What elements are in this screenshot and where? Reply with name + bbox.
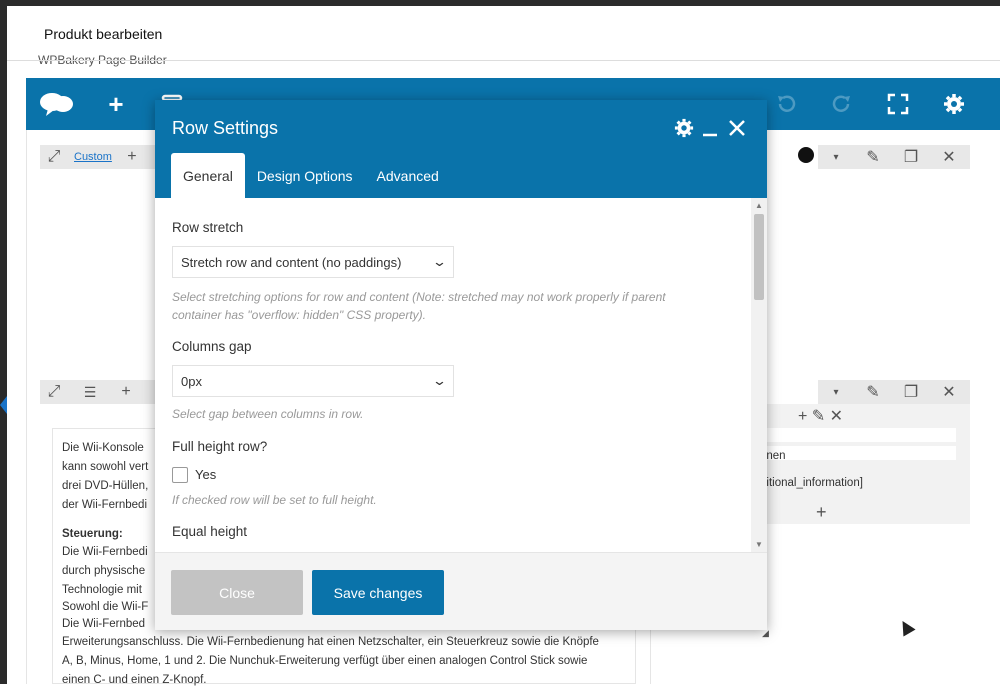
window-left-edge	[0, 0, 7, 684]
element-placeholder	[756, 446, 956, 460]
content-heading: Steuerung:	[62, 528, 123, 540]
chevron-down-icon: ⌄	[431, 254, 448, 269]
row-settings-modal: Row Settings General Design Options Adva…	[155, 100, 767, 630]
column-controls-icons[interactable]: + ✎ ✕	[798, 406, 843, 426]
close-icon[interactable]	[724, 114, 750, 142]
minimize-icon[interactable]	[697, 114, 723, 142]
content-line: kann sowohl vert	[62, 461, 149, 473]
row-stretch-value: Stretch row and content (no paddings)	[181, 254, 402, 270]
content-line: Die Wii-Fernbedi	[62, 546, 148, 558]
full-height-yes-label[interactable]: Yes	[195, 467, 216, 482]
modal-tabs: General Design Options Advanced	[171, 153, 451, 198]
row-toggle-icon[interactable]: ▾	[818, 145, 854, 169]
chevron-down-icon: ⌄	[431, 373, 448, 388]
collapse-arrow-icon[interactable]	[0, 396, 7, 414]
undo-icon[interactable]	[768, 78, 804, 130]
row2-controls-right: ▾ ✎ ❐ ✕	[818, 380, 970, 404]
scroll-down-icon[interactable]: ▼	[755, 540, 763, 549]
columns-gap-label: Columns gap	[172, 339, 252, 354]
columns-gap-value: 0px	[181, 373, 202, 389]
content-line: einen C- und einen Z-Knopf.	[62, 674, 207, 686]
modal-body: Row stretch Stretch row and content (no …	[155, 198, 751, 552]
tab-general[interactable]: General	[171, 153, 245, 198]
save-changes-button[interactable]: Save changes	[312, 570, 444, 615]
content-line: A, B, Minus, Home, 1 und 2. Die Nunchuk-…	[62, 655, 588, 667]
fullscreen-icon[interactable]	[880, 78, 916, 130]
scroll-up-icon[interactable]: ▲	[755, 201, 763, 210]
modal-footer: Close Save changes	[155, 552, 767, 630]
columns-gap-select[interactable]: 0px ⌄	[172, 365, 454, 397]
screen: Produkt bearbeiten WPBakery Page Builder…	[0, 0, 1000, 686]
row-add-column-icon[interactable]: +	[118, 145, 146, 169]
row-stretch-select[interactable]: Stretch row and content (no paddings) ⌄	[172, 246, 454, 278]
row-clone-icon[interactable]: ❐	[892, 380, 930, 404]
row-layout-custom-link[interactable]: Custom	[68, 151, 118, 163]
row-delete-icon[interactable]: ✕	[930, 380, 968, 404]
settings-icon[interactable]	[936, 78, 972, 130]
modal-header: Row Settings General Design Options Adva…	[155, 100, 767, 198]
gear-icon[interactable]	[671, 114, 697, 142]
content-line: Die Wii-Fernbed	[62, 618, 146, 630]
row-move-icon[interactable]: ⤢	[40, 380, 68, 404]
row-color-dot	[798, 147, 814, 163]
modal-scrollbar[interactable]: ▲ ▼	[751, 198, 767, 552]
equal-height-label: Equal height	[172, 524, 248, 539]
page-title: Produkt bearbeiten	[44, 26, 163, 42]
row-edit-icon[interactable]: ✎	[854, 380, 892, 404]
row-toggle-icon[interactable]: ▾	[818, 380, 854, 404]
scrollbar-thumb[interactable]	[754, 214, 764, 300]
columns-gap-help: Select gap between columns in row.	[172, 407, 364, 421]
row-add-column-icon[interactable]: +	[112, 380, 140, 404]
row-clone-icon[interactable]: ❐	[892, 145, 930, 169]
window-top-edge	[0, 0, 1000, 6]
close-button[interactable]: Close	[171, 570, 303, 615]
modal-title: Row Settings	[172, 118, 279, 138]
full-height-label: Full height row?	[172, 439, 268, 454]
row-delete-icon[interactable]: ✕	[930, 145, 968, 169]
row1-controls-left: ⤢ Custom +	[40, 145, 156, 169]
row-stretch-help: Select stretching options for row and co…	[172, 290, 666, 304]
row-edit-icon[interactable]: ✎	[854, 145, 892, 169]
logo-icon[interactable]	[36, 78, 76, 130]
row-move-icon[interactable]: ⤢	[40, 145, 68, 169]
row2-controls-left: ⤢ ☰ +	[40, 380, 156, 404]
redo-icon[interactable]	[824, 78, 860, 130]
row-layout-icon[interactable]: ☰	[68, 380, 112, 404]
element-placeholder	[756, 428, 956, 442]
content-line: drei DVD-Hüllen,	[62, 480, 149, 492]
element-label: ditional_information]	[760, 477, 863, 489]
row1-controls-right: ▾ ✎ ❐ ✕	[818, 145, 970, 169]
content-line: Erweiterungsanschluss. Die Wii-Fernbedie…	[62, 636, 599, 648]
add-element-icon[interactable]: +	[98, 78, 134, 130]
header-divider	[7, 60, 1000, 61]
tab-design-options[interactable]: Design Options	[245, 153, 365, 198]
add-element-icon[interactable]: +	[816, 502, 827, 523]
full-height-checkbox[interactable]	[172, 467, 188, 483]
tab-advanced[interactable]: Advanced	[365, 153, 451, 198]
row-stretch-label: Row stretch	[172, 220, 244, 235]
full-height-help: If checked row will be set to full heigh…	[172, 493, 377, 507]
content-line: Die Wii-Konsole	[62, 442, 144, 454]
content-line: durch physische	[62, 565, 146, 577]
row-stretch-help: container has "overflow: hidden" CSS pro…	[172, 308, 426, 322]
content-line: der Wii-Fernbedi	[62, 499, 147, 511]
